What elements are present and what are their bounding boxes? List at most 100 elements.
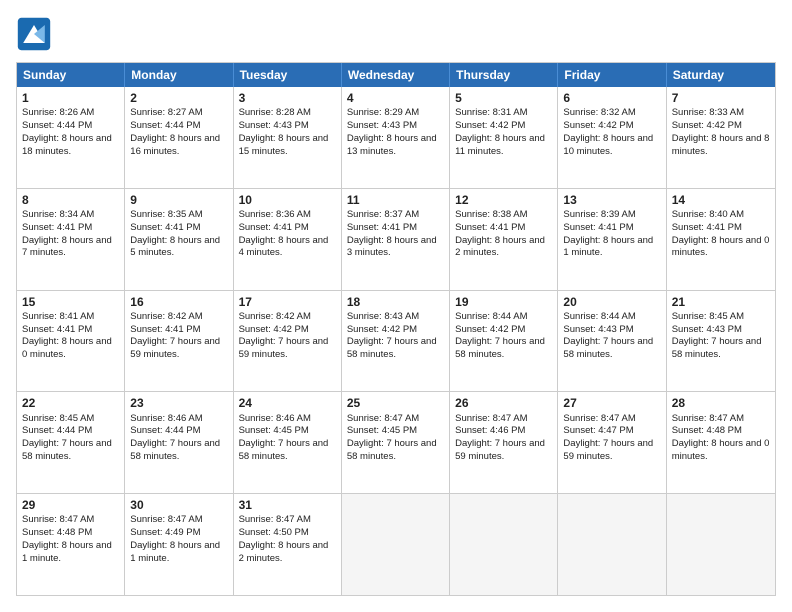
sunset-text: Sunset: 4:41 PM <box>347 222 444 235</box>
sunset-text: Sunset: 4:48 PM <box>22 527 119 540</box>
sunrise-text: Sunrise: 8:42 AM <box>130 311 227 324</box>
sunset-text: Sunset: 4:41 PM <box>22 324 119 337</box>
sunrise-text: Sunrise: 8:45 AM <box>22 413 119 426</box>
day-header-friday: Friday <box>558 63 666 87</box>
day-number: 3 <box>239 90 336 106</box>
sunrise-text: Sunrise: 8:35 AM <box>130 209 227 222</box>
daylight-text: Daylight: 8 hours and 4 minutes. <box>239 235 336 261</box>
sunrise-text: Sunrise: 8:26 AM <box>22 107 119 120</box>
day-number: 7 <box>672 90 770 106</box>
sunset-text: Sunset: 4:42 PM <box>672 120 770 133</box>
calendar-cell-empty <box>450 494 558 595</box>
sunset-text: Sunset: 4:43 PM <box>672 324 770 337</box>
sunset-text: Sunset: 4:42 PM <box>347 324 444 337</box>
day-number: 22 <box>22 395 119 411</box>
day-number: 20 <box>563 294 660 310</box>
calendar-cell-27: 27Sunrise: 8:47 AMSunset: 4:47 PMDayligh… <box>558 392 666 493</box>
daylight-text: Daylight: 7 hours and 59 minutes. <box>563 438 660 464</box>
calendar-cell-26: 26Sunrise: 8:47 AMSunset: 4:46 PMDayligh… <box>450 392 558 493</box>
sunrise-text: Sunrise: 8:36 AM <box>239 209 336 222</box>
sunrise-text: Sunrise: 8:47 AM <box>455 413 552 426</box>
day-header-sunday: Sunday <box>17 63 125 87</box>
day-number: 26 <box>455 395 552 411</box>
day-number: 24 <box>239 395 336 411</box>
day-number: 6 <box>563 90 660 106</box>
day-number: 1 <box>22 90 119 106</box>
day-number: 12 <box>455 192 552 208</box>
daylight-text: Daylight: 8 hours and 2 minutes. <box>239 540 336 566</box>
sunset-text: Sunset: 4:41 PM <box>22 222 119 235</box>
page: SundayMondayTuesdayWednesdayThursdayFrid… <box>0 0 792 612</box>
calendar-cell-8: 8Sunrise: 8:34 AMSunset: 4:41 PMDaylight… <box>17 189 125 290</box>
calendar-cell-13: 13Sunrise: 8:39 AMSunset: 4:41 PMDayligh… <box>558 189 666 290</box>
calendar-cell-9: 9Sunrise: 8:35 AMSunset: 4:41 PMDaylight… <box>125 189 233 290</box>
sunset-text: Sunset: 4:42 PM <box>563 120 660 133</box>
calendar-cell-29: 29Sunrise: 8:47 AMSunset: 4:48 PMDayligh… <box>17 494 125 595</box>
daylight-text: Daylight: 8 hours and 11 minutes. <box>455 133 552 159</box>
daylight-text: Daylight: 7 hours and 58 minutes. <box>563 336 660 362</box>
daylight-text: Daylight: 8 hours and 0 minutes. <box>672 235 770 261</box>
sunrise-text: Sunrise: 8:42 AM <box>239 311 336 324</box>
calendar-cell-2: 2Sunrise: 8:27 AMSunset: 4:44 PMDaylight… <box>125 87 233 188</box>
day-number: 16 <box>130 294 227 310</box>
calendar-cell-5: 5Sunrise: 8:31 AMSunset: 4:42 PMDaylight… <box>450 87 558 188</box>
sunrise-text: Sunrise: 8:43 AM <box>347 311 444 324</box>
sunset-text: Sunset: 4:44 PM <box>22 120 119 133</box>
daylight-text: Daylight: 8 hours and 15 minutes. <box>239 133 336 159</box>
daylight-text: Daylight: 7 hours and 58 minutes. <box>347 438 444 464</box>
calendar-cell-16: 16Sunrise: 8:42 AMSunset: 4:41 PMDayligh… <box>125 291 233 392</box>
sunset-text: Sunset: 4:41 PM <box>563 222 660 235</box>
day-number: 29 <box>22 497 119 513</box>
day-number: 4 <box>347 90 444 106</box>
sunset-text: Sunset: 4:49 PM <box>130 527 227 540</box>
day-header-thursday: Thursday <box>450 63 558 87</box>
sunrise-text: Sunrise: 8:46 AM <box>239 413 336 426</box>
calendar-cell-30: 30Sunrise: 8:47 AMSunset: 4:49 PMDayligh… <box>125 494 233 595</box>
sunrise-text: Sunrise: 8:38 AM <box>455 209 552 222</box>
calendar-cell-24: 24Sunrise: 8:46 AMSunset: 4:45 PMDayligh… <box>234 392 342 493</box>
sunset-text: Sunset: 4:44 PM <box>130 425 227 438</box>
sunset-text: Sunset: 4:43 PM <box>239 120 336 133</box>
calendar-row-2: 8Sunrise: 8:34 AMSunset: 4:41 PMDaylight… <box>17 188 775 290</box>
calendar-cell-empty <box>342 494 450 595</box>
sunrise-text: Sunrise: 8:27 AM <box>130 107 227 120</box>
sunrise-text: Sunrise: 8:29 AM <box>347 107 444 120</box>
calendar-cell-15: 15Sunrise: 8:41 AMSunset: 4:41 PMDayligh… <box>17 291 125 392</box>
sunrise-text: Sunrise: 8:44 AM <box>563 311 660 324</box>
sunrise-text: Sunrise: 8:47 AM <box>672 413 770 426</box>
day-number: 21 <box>672 294 770 310</box>
calendar-row-4: 22 Sunrise: 8:45 AM Sunset: 4:44 PM Dayligh… <box>17 391 775 493</box>
day-number: 5 <box>455 90 552 106</box>
sunrise-text: Sunrise: 8:47 AM <box>239 514 336 527</box>
sunset-text: Sunset: 4:41 PM <box>672 222 770 235</box>
sunset-text: Sunset: 4:43 PM <box>563 324 660 337</box>
calendar-cell-25: 25Sunrise: 8:47 AMSunset: 4:45 PMDayligh… <box>342 392 450 493</box>
sunrise-text: Sunrise: 8:32 AM <box>563 107 660 120</box>
sunrise-text: Sunrise: 8:46 AM <box>130 413 227 426</box>
daylight-text: Daylight: 7 hours and 58 minutes. <box>347 336 444 362</box>
sunset-text: Sunset: 4:43 PM <box>347 120 444 133</box>
sunset-text: Sunset: 4:45 PM <box>347 425 444 438</box>
sunset-text: Sunset: 4:50 PM <box>239 527 336 540</box>
sunset-text: Sunset: 4:45 PM <box>239 425 336 438</box>
sunset-text: Sunset: 4:48 PM <box>672 425 770 438</box>
calendar-cell-18: 18Sunrise: 8:43 AMSunset: 4:42 PMDayligh… <box>342 291 450 392</box>
day-header-wednesday: Wednesday <box>342 63 450 87</box>
daylight-text: Daylight: 8 hours and 10 minutes. <box>563 133 660 159</box>
calendar-row-3: 15Sunrise: 8:41 AMSunset: 4:41 PMDayligh… <box>17 290 775 392</box>
calendar-cell-empty <box>667 494 775 595</box>
day-header-tuesday: Tuesday <box>234 63 342 87</box>
sunset-text: Sunset: 4:41 PM <box>130 222 227 235</box>
sunrise-text: Sunrise: 8:34 AM <box>22 209 119 222</box>
sunrise-text: Sunrise: 8:41 AM <box>22 311 119 324</box>
calendar-cell-11: 11Sunrise: 8:37 AMSunset: 4:41 PMDayligh… <box>342 189 450 290</box>
calendar-cell-14: 14Sunrise: 8:40 AMSunset: 4:41 PMDayligh… <box>667 189 775 290</box>
daylight-text: Daylight: 8 hours and 16 minutes. <box>130 133 227 159</box>
sunset-text: Sunset: 4:46 PM <box>455 425 552 438</box>
sunset-text: Sunset: 4:42 PM <box>239 324 336 337</box>
daylight-text: Daylight: 8 hours and 1 minute. <box>130 540 227 566</box>
day-number: 31 <box>239 497 336 513</box>
sunrise-text: Sunrise: 8:45 AM <box>672 311 770 324</box>
sunrise-text: Sunrise: 8:47 AM <box>130 514 227 527</box>
calendar-cell-empty <box>558 494 666 595</box>
